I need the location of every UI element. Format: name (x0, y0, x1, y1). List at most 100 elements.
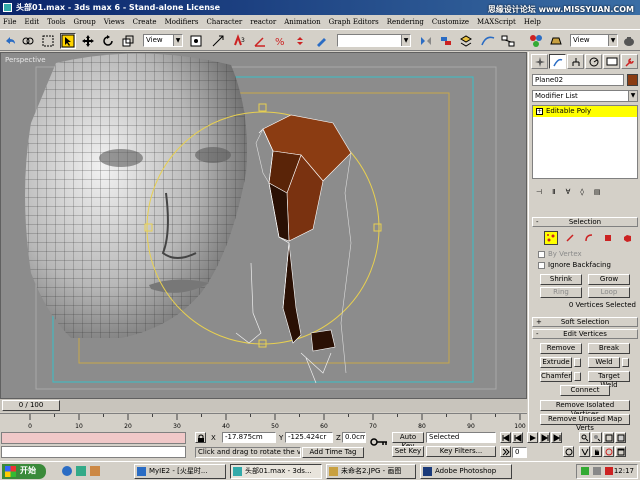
ie-icon[interactable] (62, 466, 72, 476)
menu-reactor[interactable]: reactor (250, 18, 276, 26)
select-manipulate-button[interactable] (210, 33, 226, 49)
menu-create[interactable]: Create (133, 18, 157, 26)
ignore-backfacing-checkbox[interactable]: Ignore Backfacing (538, 261, 611, 270)
menu-character[interactable]: Character (206, 18, 242, 26)
auto-key-button[interactable]: Auto Key (392, 432, 424, 450)
grow-button[interactable]: Grow (588, 274, 630, 285)
render-type-dropdown[interactable]: View ▼ (570, 34, 618, 47)
key-filters-button[interactable]: Key Filters... (426, 446, 496, 457)
menu-customize[interactable]: Customize (432, 18, 469, 26)
volume-icon[interactable] (593, 467, 601, 475)
gizmo-handle-right[interactable] (373, 223, 382, 232)
ring-button[interactable]: Ring (540, 287, 582, 298)
rotate-button[interactable] (100, 33, 116, 49)
menu-graph-editors[interactable]: Graph Editors (329, 18, 379, 26)
track-bar[interactable]: 0 10 20 30 40 50 60 70 80 90 100 (0, 413, 527, 430)
named-selection-dropdown[interactable]: ▼ (337, 34, 411, 47)
weld-settings-button[interactable] (622, 358, 629, 367)
tray-app-icon[interactable] (605, 467, 613, 475)
weld-button[interactable]: Weld (588, 357, 620, 368)
vertex-mode-button[interactable] (544, 231, 558, 245)
show-end-result-icon[interactable]: Ⅱ (552, 188, 555, 196)
chamfer-button[interactable]: Chamfer (540, 371, 572, 382)
pin-stack-icon[interactable]: ⊣ (536, 188, 542, 196)
modifier-list-dropdown[interactable]: Modifier List ▼ (532, 90, 638, 102)
go-to-start-button[interactable] (500, 432, 511, 443)
spinner-snap-button[interactable] (292, 33, 308, 49)
object-color-swatch[interactable] (627, 74, 638, 86)
zoom-extents-button[interactable] (603, 432, 614, 443)
edge-mode-button[interactable] (563, 231, 577, 245)
mirror-button[interactable] (418, 33, 434, 49)
loop-button[interactable]: Loop (588, 287, 630, 298)
quick-render-button[interactable] (621, 33, 637, 49)
make-unique-icon[interactable]: ∀ (566, 188, 571, 196)
previous-frame-button[interactable] (512, 432, 523, 443)
target-weld-button[interactable]: Target Weld (588, 371, 630, 389)
curve-editor-button[interactable] (480, 33, 496, 49)
menu-maxscript[interactable]: MAXScript (477, 18, 516, 26)
gizmo-handle-top[interactable] (258, 103, 267, 112)
scale-button[interactable] (120, 33, 136, 49)
current-frame-field[interactable]: 0 (512, 447, 527, 458)
extrude-settings-button[interactable] (574, 358, 581, 367)
remove-isolated-button[interactable]: Remove Isolated Vertices (540, 400, 630, 418)
menu-edit[interactable]: Edit (24, 18, 39, 26)
material-editor-button[interactable] (528, 33, 544, 49)
edit-vertices-header[interactable]: - Edit Vertices (532, 329, 638, 339)
menu-rendering[interactable]: Rendering (387, 18, 424, 26)
menu-views[interactable]: Views (104, 18, 125, 26)
key-mode-dropdown[interactable]: Selected (426, 432, 496, 443)
task-paint[interactable]: 未命名2.JPG - 画图 (326, 464, 416, 479)
layer-manager-button[interactable] (458, 33, 474, 49)
x-coord-field[interactable]: -17.875cm (222, 432, 276, 443)
schematic-view-button[interactable] (500, 33, 516, 49)
extrude-button[interactable]: Extrude (540, 357, 572, 368)
maxscript-listener[interactable] (1, 432, 186, 444)
tab-modify[interactable] (549, 54, 566, 69)
key-mode-toggle[interactable] (500, 446, 511, 457)
time-slider[interactable]: 0 / 100 (2, 400, 60, 411)
next-frame-button[interactable] (539, 432, 550, 443)
align-button[interactable] (438, 33, 454, 49)
pivot-button[interactable] (188, 33, 204, 49)
select-object-button[interactable] (60, 33, 76, 49)
maximize-viewport-button[interactable] (615, 446, 626, 457)
remove-modifier-icon[interactable]: ◊ (580, 188, 583, 196)
reference-coord-dropdown[interactable]: View ▼ (143, 34, 183, 47)
configure-sets-icon[interactable]: ▤ (594, 188, 601, 196)
go-to-end-button[interactable] (551, 432, 562, 443)
editable-poly-object[interactable] (235, 114, 352, 384)
element-mode-button[interactable] (620, 231, 634, 245)
zoom-extents-all-button[interactable] (615, 432, 626, 443)
edit-named-sel-button[interactable] (314, 33, 330, 49)
tab-display[interactable] (603, 54, 620, 69)
zoom-all-button[interactable] (591, 432, 602, 443)
select-link-button[interactable] (20, 33, 36, 49)
expand-icon[interactable]: + (536, 107, 543, 115)
tab-utilities[interactable] (621, 54, 638, 69)
select-region-button[interactable] (40, 33, 56, 49)
time-config-button[interactable] (563, 446, 574, 457)
shrink-button[interactable]: Shrink (540, 274, 582, 285)
set-key-button[interactable]: Set Key (392, 446, 424, 457)
media-icon[interactable] (90, 466, 100, 476)
selection-rollout-header[interactable]: - Selection (532, 217, 638, 227)
snap-toggle-button[interactable]: 3 (232, 33, 248, 49)
perspective-viewport[interactable]: Perspective (0, 52, 527, 399)
percent-snap-button[interactable]: % (272, 33, 288, 49)
y-coord-field[interactable]: -125.424cr (285, 432, 333, 443)
connect-button[interactable]: Connect (560, 385, 610, 396)
fov-button[interactable] (579, 446, 590, 457)
soft-selection-header[interactable]: + Soft Selection (532, 317, 638, 327)
play-button[interactable] (527, 432, 538, 443)
tab-create[interactable] (531, 54, 548, 69)
menu-tools[interactable]: Tools (47, 18, 65, 26)
render-scene-button[interactable] (548, 33, 564, 49)
z-coord-field[interactable]: 0.0cm (342, 432, 366, 443)
add-time-tag-button[interactable]: Add Time Tag (302, 447, 364, 458)
remove-unused-map-verts-button[interactable]: Remove Unused Map Verts (540, 414, 630, 432)
task-photoshop[interactable]: Adobe Photoshop (420, 464, 512, 479)
move-button[interactable] (80, 33, 96, 49)
task-3dsmax[interactable]: 头部01.max - 3ds... (230, 464, 322, 479)
